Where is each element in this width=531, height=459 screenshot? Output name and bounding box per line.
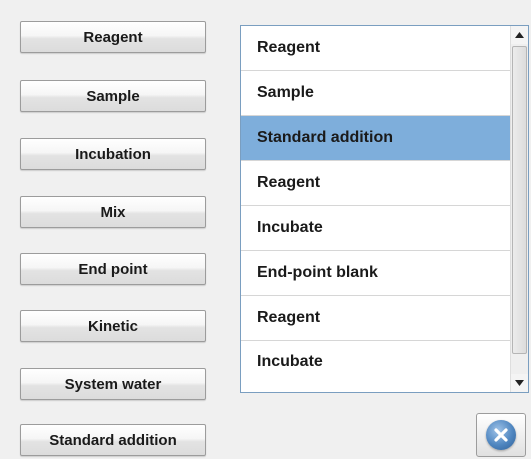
list-item[interactable]: Incubate: [241, 341, 511, 386]
list-item[interactable]: Incubate: [241, 206, 511, 251]
list-item-selected[interactable]: Standard addition: [241, 116, 511, 161]
list-item[interactable]: Reagent: [241, 296, 511, 341]
list-item[interactable]: Reagent: [241, 161, 511, 206]
vertical-scrollbar[interactable]: [510, 26, 528, 392]
scroll-up-arrow-icon[interactable]: [511, 26, 528, 44]
system-water-button[interactable]: System water: [20, 368, 206, 400]
scrollbar-thumb[interactable]: [512, 46, 527, 354]
mix-button[interactable]: Mix: [20, 196, 206, 228]
sequence-list[interactable]: Reagent Sample Standard addition Reagent…: [240, 25, 529, 393]
incubation-button[interactable]: Incubation: [20, 138, 206, 170]
close-button[interactable]: [476, 413, 526, 457]
scroll-down-arrow-icon[interactable]: [511, 374, 528, 392]
list-item[interactable]: Sample: [241, 71, 511, 116]
list-item[interactable]: Reagent: [241, 26, 511, 71]
sample-button[interactable]: Sample: [20, 80, 206, 112]
close-x-icon: [486, 420, 516, 450]
end-point-button[interactable]: End point: [20, 253, 206, 285]
kinetic-button[interactable]: Kinetic: [20, 310, 206, 342]
list-item[interactable]: End-point blank: [241, 251, 511, 296]
sequence-list-items: Reagent Sample Standard addition Reagent…: [241, 26, 511, 386]
reagent-button[interactable]: Reagent: [20, 21, 206, 53]
standard-addition-button[interactable]: Standard addition: [20, 424, 206, 456]
